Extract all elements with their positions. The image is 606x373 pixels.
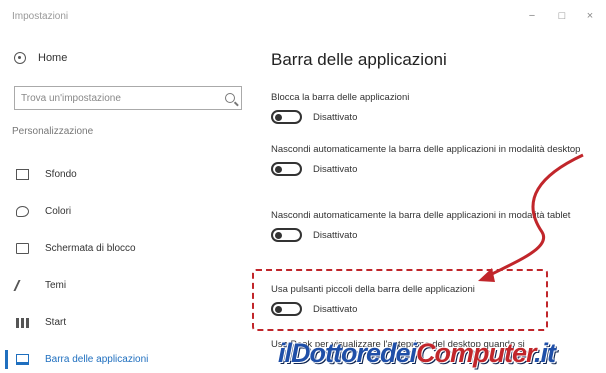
brush-icon <box>13 280 32 291</box>
setting-label: Blocca la barra delle applicazioni <box>271 92 410 103</box>
window-title: Impostazioni <box>12 11 69 22</box>
sidebar-item-label: Colori <box>45 206 72 217</box>
setting-nascondi-tablet: Nascondi automaticamente la barra delle … <box>271 209 591 242</box>
toggle-knob <box>275 231 282 239</box>
toggle-state: Disattivato <box>313 111 358 123</box>
toggle-switch[interactable] <box>271 162 302 176</box>
sidebar-item-label: Temi <box>45 280 67 291</box>
sidebar-item-label: Sfondo <box>45 169 77 180</box>
palette-icon <box>16 206 29 217</box>
watermark-part: ilDottoredei <box>278 338 417 368</box>
monitor-icon <box>16 169 29 180</box>
section-label: Personalizzazione <box>12 126 94 137</box>
sidebar-item-label: Schermata di blocco <box>45 243 136 254</box>
minimize-button[interactable]: − <box>522 8 542 24</box>
sidebar-item-barra-delle-applicazioni[interactable]: Barra delle applicazioni <box>0 341 250 373</box>
highlight-annotation <box>252 269 548 331</box>
lockscreen-icon <box>16 243 29 254</box>
toggle-switch[interactable] <box>271 110 302 124</box>
maximize-button[interactable]: □ <box>552 8 572 24</box>
watermark-logo: ilDottoredeiComputer.it <box>278 338 556 369</box>
setting-nascondi-desktop: Nascondi automaticamente la barra delle … <box>271 143 591 176</box>
toggle-switch[interactable] <box>271 228 302 242</box>
sidebar-item-label: Barra delle applicazioni <box>45 354 149 365</box>
start-icon <box>16 317 29 328</box>
taskbar-icon <box>16 354 29 365</box>
setting-label: Nascondi automaticamente la barra delle … <box>271 144 581 155</box>
search-placeholder: Trova un'impostazione <box>21 92 121 104</box>
toggle-state: Disattivato <box>313 229 358 241</box>
toggle-state: Disattivato <box>313 163 358 175</box>
setting-label: Nascondi automaticamente la barra delle … <box>271 210 571 221</box>
search-input[interactable]: Trova un'impostazione <box>14 86 242 110</box>
sidebar-item-sfondo[interactable]: Sfondo <box>0 156 250 193</box>
close-button[interactable]: × <box>580 8 600 24</box>
watermark-part: Computer <box>416 338 535 368</box>
page-title: Barra delle applicazioni <box>271 50 447 69</box>
search-icon <box>225 93 235 103</box>
gear-icon <box>14 52 26 64</box>
sidebar-item-start[interactable]: Start <box>0 304 250 341</box>
setting-blocca: Blocca la barra delle applicazioni Disat… <box>271 91 591 124</box>
sidebar-item-colori[interactable]: Colori <box>0 193 250 230</box>
toggle-knob <box>275 113 282 121</box>
toggle-knob <box>275 165 282 173</box>
sidebar-item-label: Start <box>45 317 67 328</box>
sidebar: Home Trova un'impostazione Personalizzaz… <box>0 34 250 373</box>
sidebar-nav: Sfondo Colori Schermata di blocco Temi S… <box>0 156 250 373</box>
sidebar-item-temi[interactable]: Temi <box>0 267 250 304</box>
home-label: Home <box>38 52 68 64</box>
sidebar-item-schermata-di-blocco[interactable]: Schermata di blocco <box>0 230 250 267</box>
title-bar: Impostazioni − □ × <box>0 0 606 34</box>
home-link[interactable]: Home <box>14 52 67 64</box>
watermark-part: .it <box>534 338 556 368</box>
